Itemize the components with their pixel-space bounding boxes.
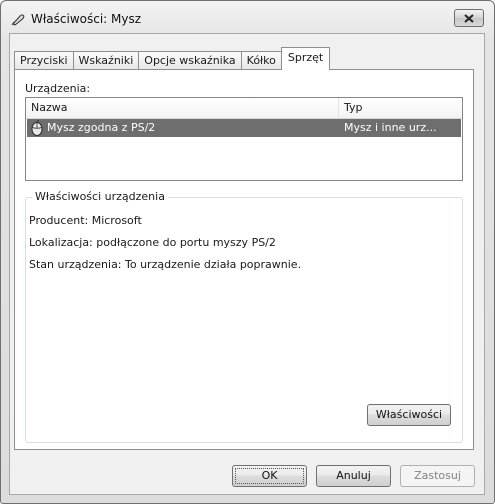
list-item[interactable]: Mysz zgodna z PS/2 Mysz i inne urz...	[27, 119, 461, 137]
list-header: Nazwa Typ	[26, 98, 462, 119]
dialog-client-area: Przyciski Wskaźniki Opcje wskaźnika Kółk…	[9, 33, 485, 495]
tab-strip: Przyciski Wskaźniki Opcje wskaźnika Kółk…	[14, 47, 331, 71]
mouse-icon	[31, 120, 43, 136]
device-status-text: Stan urządzenia: To urządzenie działa po…	[29, 258, 302, 271]
location-text: Lokalizacja: podłączone do portu myszy P…	[29, 236, 276, 249]
close-button[interactable]	[454, 9, 484, 27]
device-type: Mysz i inne urz...	[344, 121, 437, 134]
window-title: Właściwości: Mysz	[31, 12, 142, 26]
tab-hardware[interactable]: Sprzęt	[280, 47, 331, 71]
device-name: Mysz zgodna z PS/2	[47, 121, 156, 134]
apply-button[interactable]: Zastosuj	[400, 465, 475, 487]
title-bar[interactable]: Właściwości: Mysz	[1, 1, 494, 35]
hardware-tab-panel: Urządzenia: Nazwa Typ Mysz zgodna z PS/2	[14, 69, 474, 450]
tab-pointers[interactable]: Wskaźniki	[72, 51, 140, 70]
ok-button[interactable]: OK	[232, 465, 307, 487]
devices-label: Urządzenia:	[25, 82, 91, 95]
devices-list[interactable]: Nazwa Typ Mysz zgodna z PS/2 Mysz i inne…	[25, 97, 463, 181]
properties-dialog: Właściwości: Mysz Przyciski Wskaźniki Op…	[0, 0, 495, 504]
tab-buttons[interactable]: Przyciski	[14, 51, 74, 70]
tab-wheel[interactable]: Kółko	[240, 51, 282, 70]
mouse-pointer-icon	[11, 12, 25, 26]
column-header-type[interactable]: Typ	[339, 98, 462, 118]
group-title: Właściwości urządzenia	[32, 190, 168, 203]
properties-button[interactable]: Właściwości	[367, 404, 451, 426]
column-header-name[interactable]: Nazwa	[26, 98, 339, 118]
manufacturer-text: Producent: Microsoft	[29, 214, 142, 227]
tab-pointer-options[interactable]: Opcje wskaźnika	[138, 51, 242, 70]
device-properties-group: Właściwości urządzenia Producent: Micros…	[25, 190, 463, 443]
cancel-button[interactable]: Anuluj	[316, 465, 391, 487]
close-icon	[464, 13, 474, 23]
